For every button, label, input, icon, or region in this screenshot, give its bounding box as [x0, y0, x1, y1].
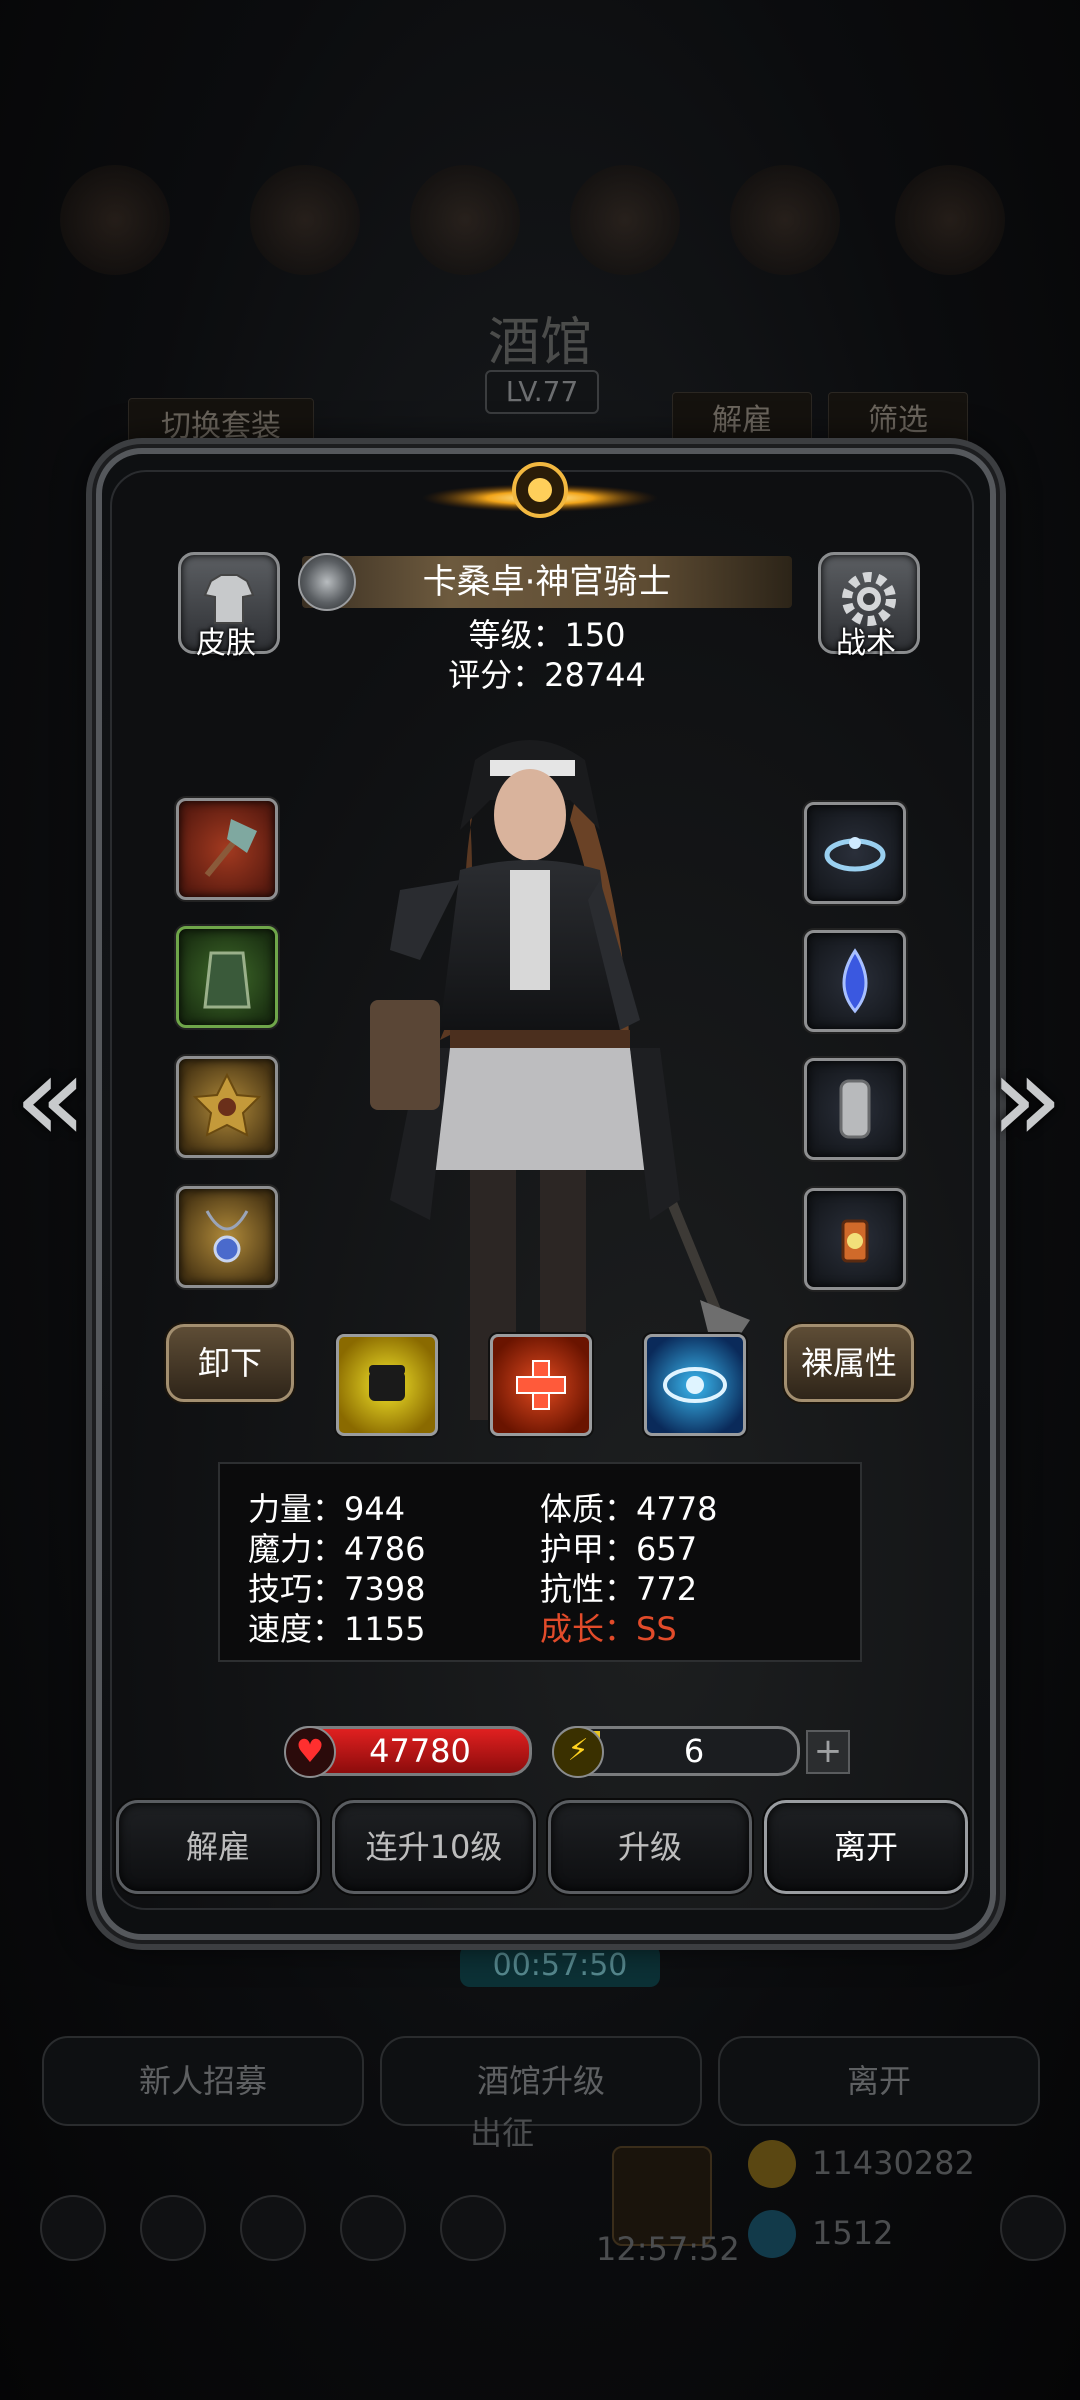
recruit-timer: 00:57:50 [460, 1945, 660, 1987]
tavern-title: 酒馆 [487, 313, 592, 373]
expedition-label: 出征 [470, 2114, 535, 2152]
tab-icon-1 [60, 165, 170, 275]
gem-icon [748, 2210, 796, 2258]
armor-icon [179, 929, 275, 1025]
axe-icon [179, 801, 275, 897]
equip-slot-gem[interactable] [804, 930, 906, 1032]
tiara-icon [807, 805, 903, 901]
hp-value: 47780 [369, 1732, 471, 1770]
equip-slot-head[interactable] [804, 802, 906, 904]
equip-slot-chain[interactable] [804, 1058, 906, 1160]
hero-portrait [370, 740, 750, 1420]
bottom-nav-icon-2[interactable] [140, 2195, 206, 2261]
bottom-nav-icon-1[interactable] [40, 2195, 106, 2261]
bottom-nav-icon-3[interactable] [240, 2195, 306, 2261]
hero-name: 卡桑卓·神官骑士 [422, 562, 672, 602]
fist-icon [369, 1365, 405, 1401]
bottom-nav-icon-6[interactable] [1000, 2195, 1066, 2261]
eye-icon [663, 1367, 727, 1403]
tactics-label: 战术 [836, 626, 896, 661]
naked-attributes-button[interactable]: 裸属性 [784, 1324, 914, 1402]
skill-slot-1[interactable] [336, 1334, 438, 1436]
medal-icon [179, 1059, 275, 1155]
gold-amount: 11430282 [812, 2144, 975, 2182]
tab-icon-2 [250, 165, 360, 275]
equip-slot-necklace[interactable] [176, 1186, 278, 1288]
skill-slot-2[interactable] [490, 1334, 592, 1436]
unequip-button[interactable]: 卸下 [166, 1324, 294, 1402]
skin-label: 皮肤 [196, 626, 256, 661]
gold-coin-icon [748, 2140, 796, 2188]
add-energy-button[interactable]: + [806, 1730, 850, 1774]
energy-value: 6 [683, 1732, 705, 1770]
equip-slot-weapon[interactable] [176, 798, 278, 900]
heal-cross-icon [516, 1360, 566, 1410]
chainmail-icon [807, 1061, 903, 1157]
skill-slot-3[interactable] [644, 1334, 746, 1436]
game-clock: 12:57:52 [596, 2230, 740, 2268]
stat-growth: 成长：SS [540, 1610, 677, 1648]
hero-score: 评分：28744 [448, 656, 646, 694]
amulet-icon [179, 1189, 275, 1285]
equip-slot-accessory[interactable] [176, 1056, 278, 1158]
dismiss-button[interactable]: 解雇 [116, 1800, 320, 1894]
tab-icon-4 [570, 165, 680, 275]
prev-hero-arrow-icon[interactable]: « [14, 1030, 87, 1169]
equip-slot-armor[interactable] [176, 926, 278, 1028]
lantern-icon [807, 1191, 903, 1287]
gem-drop-icon [807, 933, 903, 1029]
level-up-10-button[interactable]: 连升10级 [332, 1800, 536, 1894]
stat-speed: 速度：1155 [248, 1610, 426, 1648]
equip-slot-lantern[interactable] [804, 1188, 906, 1290]
bg-filter-button[interactable]: 筛选 [828, 392, 968, 450]
leave-button[interactable]: 离开 [764, 1800, 968, 1894]
next-hero-arrow-icon[interactable]: » [990, 1030, 1063, 1169]
bottom-nav-icon-4[interactable] [340, 2195, 406, 2261]
tavern-upgrade-button[interactable]: 酒馆升级 [380, 2036, 702, 2126]
crest-emblem-icon [422, 462, 658, 518]
recruit-button[interactable]: 新人招募 [42, 2036, 364, 2126]
bottom-nav-icon-5[interactable] [440, 2195, 506, 2261]
tab-icon-5 [730, 165, 840, 275]
level-up-button[interactable]: 升级 [548, 1800, 752, 1894]
bg-leave-button[interactable]: 离开 [718, 2036, 1040, 2126]
gem-amount: 1512 [812, 2214, 894, 2252]
tab-icon-6 [895, 165, 1005, 275]
bg-dismiss-button[interactable]: 解雇 [672, 392, 812, 450]
tab-icon-3 [410, 165, 520, 275]
tavern-level: LV.77 [485, 370, 599, 414]
